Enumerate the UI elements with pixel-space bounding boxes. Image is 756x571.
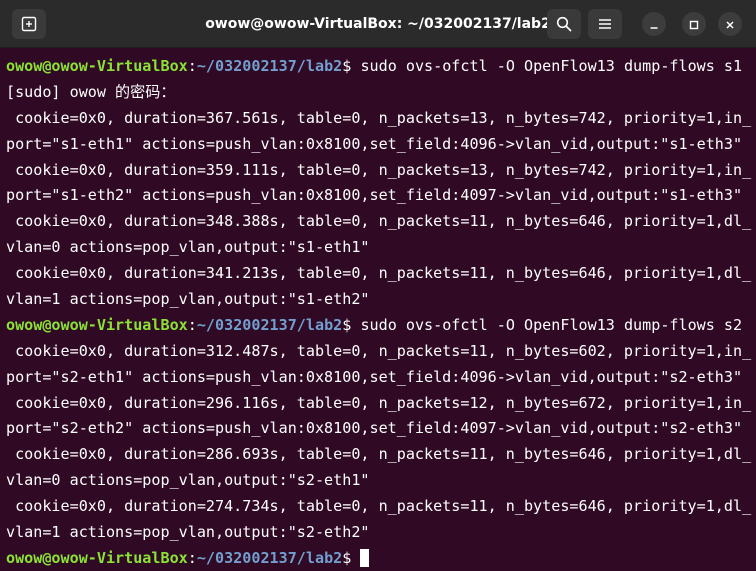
output-text: port="s2-eth1" actions=push_vlan:0x8100,… (6, 367, 743, 386)
output-text: cookie=0x0, duration=348.388s, table=0, … (6, 212, 752, 231)
prompt-colon: : (187, 57, 197, 75)
prompt-colon: : (187, 548, 197, 567)
new-tab-button[interactable] (12, 9, 46, 39)
search-icon (556, 16, 572, 32)
menu-button[interactable] (588, 9, 622, 39)
output-text: cookie=0x0, duration=286.693s, table=0, … (6, 445, 752, 464)
terminal-window: owow@owow-VirtualBox: ~/032002137/lab2 o… (0, 0, 756, 571)
output-line: vlan=0 actions=pop_vlan,output:"s1-eth1" (6, 235, 756, 261)
prompt-colon: : (187, 315, 197, 334)
output-text: port="s2-eth2" actions=push_vlan:0x8100,… (6, 419, 743, 438)
output-line: [sudo] owow 的密码： (6, 80, 756, 106)
prompt-user-host: owow@owow-VirtualBox (6, 548, 188, 567)
command-text: sudo ovs-ofctl -O OpenFlow13 dump-flows … (360, 315, 743, 334)
output-text: cookie=0x0, duration=274.734s, table=0, … (6, 497, 752, 516)
output-line: port="s2-eth1" actions=push_vlan:0x8100,… (6, 365, 756, 391)
output-line: port="s2-eth2" actions=push_vlan:0x8100,… (6, 416, 756, 442)
output-line: cookie=0x0, duration=341.213s, table=0, … (6, 261, 756, 287)
close-icon (725, 15, 735, 34)
output-line: vlan=0 actions=pop_vlan,output:"s2-eth1" (6, 468, 756, 494)
output-line: cookie=0x0, duration=359.111s, table=0, … (6, 158, 756, 184)
output-text: port="s1-eth1" actions=push_vlan:0x8100,… (6, 134, 743, 153)
output-line: cookie=0x0, duration=274.734s, table=0, … (6, 494, 756, 520)
output-line: cookie=0x0, duration=312.487s, table=0, … (6, 339, 756, 365)
output-text: cookie=0x0, duration=341.213s, table=0, … (6, 264, 752, 283)
output-line: cookie=0x0, duration=286.693s, table=0, … (6, 442, 756, 468)
minimize-button[interactable] (642, 12, 666, 36)
output-line: vlan=1 actions=pop_vlan,output:"s1-eth2" (6, 287, 756, 313)
command-text: sudo ovs-ofctl -O OpenFlow13 dump-flows … (360, 57, 743, 75)
prompt-path: ~/032002137/lab2 (196, 57, 343, 75)
output-text: cookie=0x0, duration=367.561s, table=0, … (6, 108, 752, 127)
search-button[interactable] (547, 9, 581, 39)
output-line: vlan=1 actions=pop_vlan,output:"s2-eth2" (6, 520, 756, 546)
prompt-line: owow@owow-VirtualBox:~/032002137/lab2$ s… (6, 313, 756, 339)
maximize-icon (689, 15, 699, 34)
output-line: port="s1-eth2" actions=push_vlan:0x8100,… (6, 183, 756, 209)
output-line: cookie=0x0, duration=348.388s, table=0, … (6, 209, 756, 235)
prompt-user-host: owow@owow-VirtualBox (6, 57, 188, 75)
prompt-path: ~/032002137/lab2 (196, 548, 343, 567)
output-text: vlan=0 actions=pop_vlan,output:"s2-eth1" (6, 471, 370, 490)
new-tab-icon (21, 16, 37, 32)
maximize-button[interactable] (682, 12, 706, 36)
text-cursor (360, 548, 370, 567)
output-line: cookie=0x0, duration=367.561s, table=0, … (6, 106, 756, 132)
output-text: cookie=0x0, duration=359.111s, table=0, … (6, 160, 752, 179)
prompt-path: ~/032002137/lab2 (196, 315, 343, 334)
output-text: cookie=0x0, duration=296.116s, table=0, … (6, 393, 752, 412)
prompt-dollar: $ (342, 57, 361, 75)
output-text: vlan=1 actions=pop_vlan,output:"s2-eth2" (6, 523, 370, 542)
prompt-line: owow@owow-VirtualBox:~/032002137/lab2$ (6, 546, 756, 571)
close-button[interactable] (718, 12, 742, 36)
output-line: cookie=0x0, duration=296.116s, table=0, … (6, 391, 756, 417)
output-text: cookie=0x0, duration=312.487s, table=0, … (6, 341, 752, 360)
prompt-dollar: $ (342, 548, 361, 567)
output-text: [sudo] owow 的密码： (6, 82, 176, 101)
output-text: vlan=0 actions=pop_vlan,output:"s1-eth1" (6, 238, 370, 257)
output-text: port="s1-eth2" actions=push_vlan:0x8100,… (6, 186, 743, 205)
prompt-line: owow@owow-VirtualBox:~/032002137/lab2$ s… (6, 54, 756, 80)
prompt-user-host: owow@owow-VirtualBox (6, 315, 188, 334)
prompt-dollar: $ (342, 315, 361, 334)
title-bar[interactable]: owow@owow-VirtualBox: ~/032002137/lab2 (0, 0, 756, 48)
terminal-output[interactable]: owow@owow-VirtualBox:~/032002137/lab2$ s… (0, 48, 756, 571)
output-line: port="s1-eth1" actions=push_vlan:0x8100,… (6, 132, 756, 158)
output-text: vlan=1 actions=pop_vlan,output:"s1-eth2" (6, 290, 370, 309)
hamburger-menu-icon (598, 18, 612, 30)
minimize-icon (649, 15, 659, 34)
